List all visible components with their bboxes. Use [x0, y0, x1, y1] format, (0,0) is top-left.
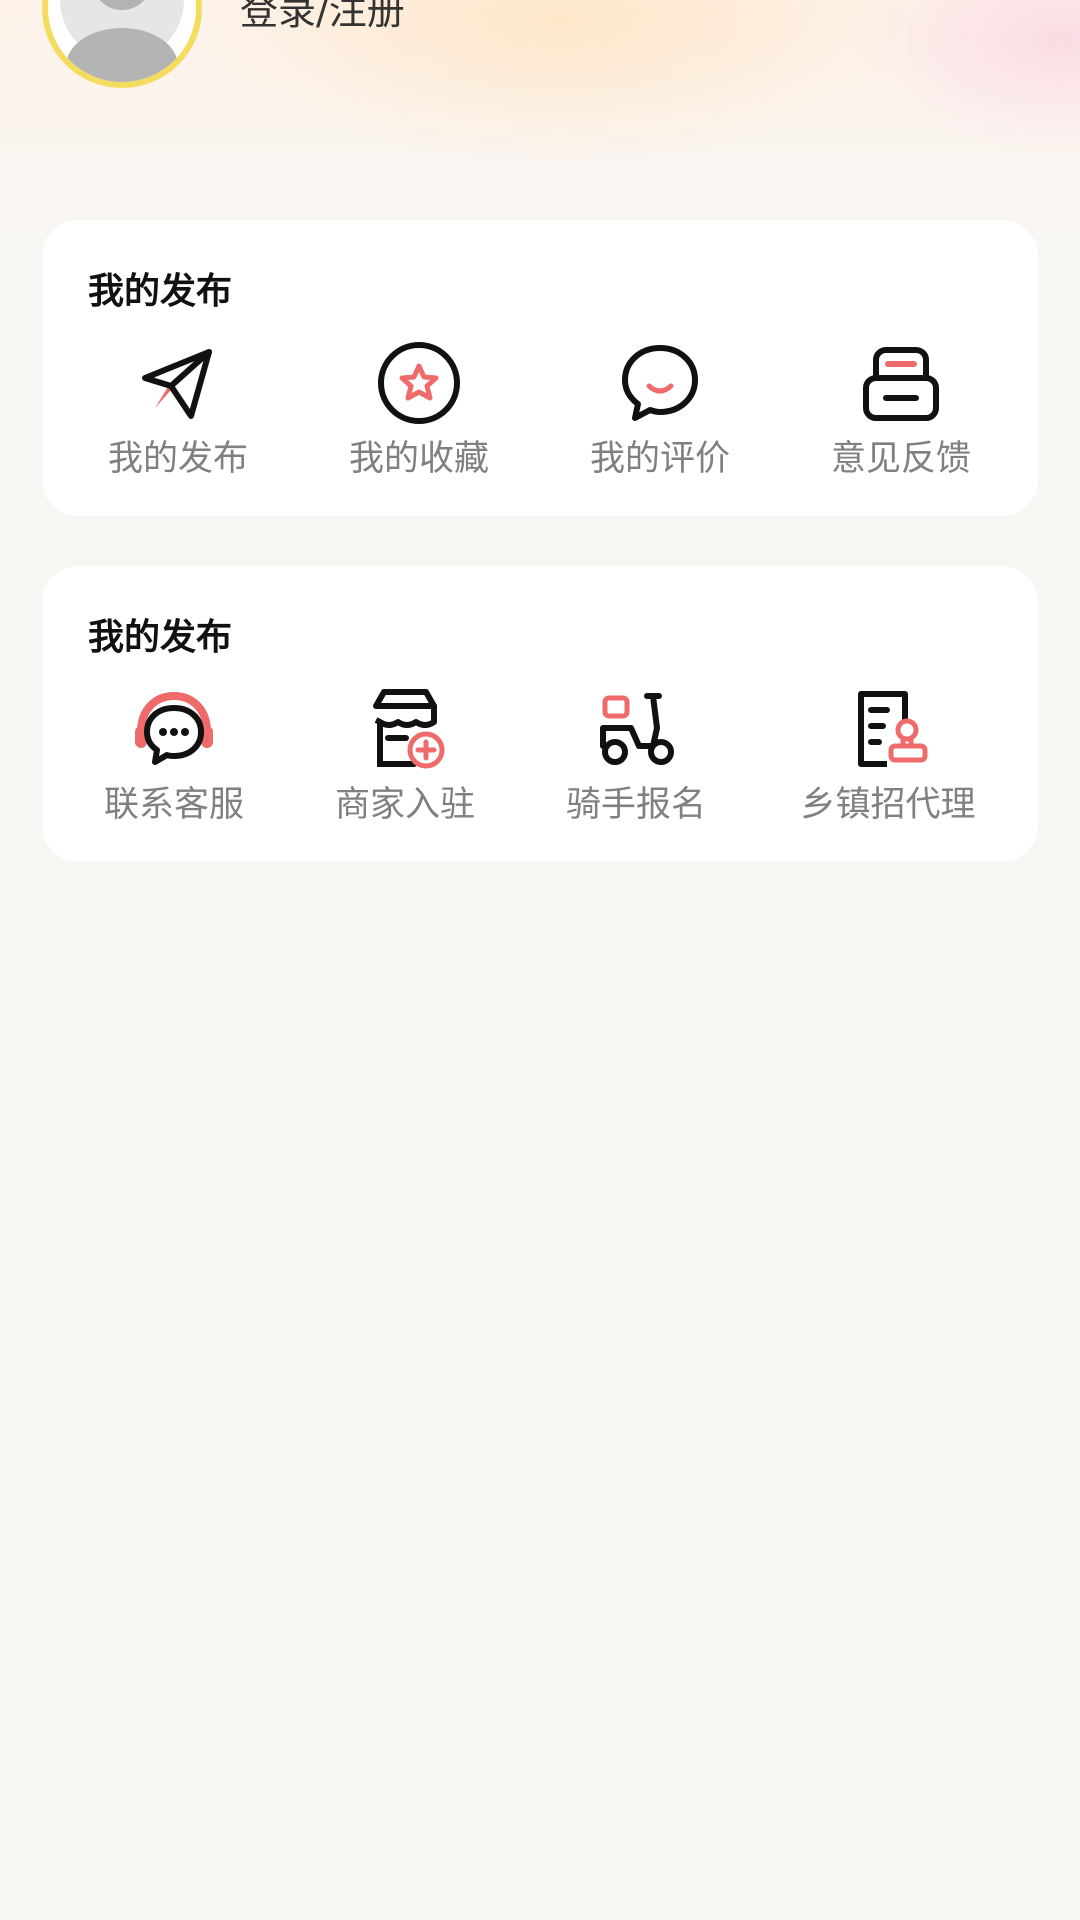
- menu-item-my-posts[interactable]: 我的发布: [78, 338, 278, 481]
- menu-item-feedback[interactable]: 意见反馈: [801, 338, 1001, 481]
- section-title: 我的发布: [88, 617, 233, 658]
- menu-item-merchant-join[interactable]: 商家入驻: [305, 684, 505, 827]
- scooter-icon: [600, 693, 674, 765]
- menu-item-label: 商家入驻: [334, 785, 475, 825]
- document-stamp-icon: [858, 691, 928, 767]
- menu-item-rider-signup[interactable]: 骑手报名: [536, 684, 736, 827]
- menu-item-favorites[interactable]: 我的收藏: [319, 338, 519, 481]
- login-register-link[interactable]: 登录/注册: [240, 0, 405, 30]
- menu-item-label: 我的评价: [589, 439, 730, 479]
- star-circle-icon: [378, 342, 460, 424]
- inbox-icon: [863, 347, 939, 421]
- my-posts-card: 我的发布 我的发布 我的收藏 我的评价 意见反馈: [42, 220, 1038, 516]
- menu-item-label: 我的发布: [107, 439, 248, 479]
- menu-item-township-agent[interactable]: 乡镇招代理: [788, 684, 988, 827]
- menu-item-customer-service[interactable]: 联系客服: [74, 684, 274, 827]
- menu-item-my-reviews[interactable]: 我的评价: [560, 338, 760, 481]
- store-add-icon: [373, 689, 445, 769]
- menu-item-label: 我的收藏: [348, 439, 489, 479]
- menu-item-label: 联系客服: [103, 785, 244, 825]
- menu-item-label: 意见反馈: [830, 439, 971, 479]
- paper-plane-icon: [142, 349, 212, 419]
- headset-icon: [135, 691, 213, 765]
- services-card: 我的发布 联系客服 商家入驻 骑手报名 乡镇招代理: [42, 566, 1038, 862]
- chat-bubble-icon: [622, 345, 698, 421]
- menu-item-label: 乡镇招代理: [800, 785, 976, 825]
- menu-item-label: 骑手报名: [565, 785, 706, 825]
- section-title: 我的发布: [88, 271, 233, 312]
